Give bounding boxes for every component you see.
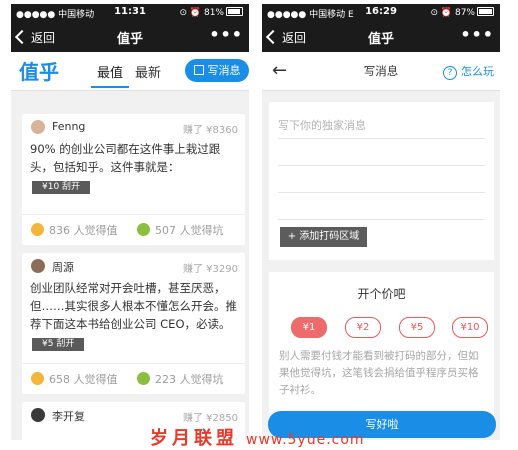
- price-option-5[interactable]: ¥5: [399, 317, 435, 338]
- post-content: 90% 的创业公司都在这件事上栽过跟头，包括知乎。这件事就是：: [30, 142, 221, 174]
- happy-face-icon: [31, 372, 44, 385]
- right-phone-screen: ●●●●● 中国移动 E 16:29 ⊙ ⏰ 87% 返回 值乎 ••• ← 写…: [262, 4, 500, 440]
- post-content: 创业团队经常对开会吐槽，甚至厌恶，但……其实很多人根本不懂怎么开会。推荐下面这本…: [30, 281, 237, 331]
- site-watermark: 岁月联盟 www.5yue.com: [150, 424, 365, 450]
- status-bar: ●●●●● 中国移动 11:31 ⊙ ⏰ 81%: [11, 4, 249, 21]
- happy-face-icon: [31, 223, 44, 236]
- status-bar: ●●●●● 中国移动 E 16:29 ⊙ ⏰ 87%: [262, 4, 500, 21]
- price-option-1[interactable]: ¥1: [291, 317, 327, 338]
- crying-face-icon: [137, 223, 150, 236]
- tabs-bar: 值乎 最值 最新 写消息: [11, 52, 249, 91]
- more-menu-button[interactable]: •••: [460, 25, 494, 44]
- how-to-play-link[interactable]: ? 怎么玩: [443, 63, 494, 80]
- write-message-button[interactable]: 写消息: [185, 59, 249, 82]
- compose-header: ← 写消息 ? 怎么玩: [262, 52, 500, 91]
- post-text: 90% 的创业公司都在这件事上栽过跟头，包括知乎。这件事就是： ¥10 刮开: [22, 140, 245, 194]
- post-stats: 658 人觉得值 223 人觉得坑: [22, 363, 245, 394]
- avatar: [31, 408, 45, 422]
- left-phone-screen: ●●●●● 中国移动 11:31 ⊙ ⏰ 81% 返回 值乎 ••• 值乎 最值…: [11, 4, 249, 440]
- scratch-to-reveal-button[interactable]: ¥5 刮开: [32, 338, 85, 351]
- author-name[interactable]: 李开复: [52, 408, 85, 424]
- battery-icon: [226, 7, 243, 16]
- message-placeholder: 写下你的独家消息: [278, 119, 366, 132]
- scratch-to-reveal-button[interactable]: ¥10 刮开: [32, 181, 91, 194]
- post-card[interactable]: 周源 赚了 ¥3290 创业团队经常对开会吐槽，甚至厌恶，但……其实很多人根本不…: [22, 253, 245, 394]
- help-label: 怎么玩: [461, 65, 494, 78]
- worth-count: 658 人觉得值: [49, 373, 118, 386]
- status-right: ⊙ ⏰ 81%: [180, 7, 243, 18]
- avatar: [31, 120, 45, 134]
- price-title: 开个价吧: [357, 287, 406, 301]
- price-panel: 开个价吧 ¥1 ¥2 ¥5 ¥10 别人需要付钱才能看到被打码的部分，但如果他觉…: [269, 272, 494, 416]
- post-header: 周源 赚了 ¥3290: [22, 253, 245, 279]
- price-option-2[interactable]: ¥2: [345, 317, 381, 338]
- price-description: 别人需要付钱才能看到被打码的部分，但如果他觉得坑，这笔钱会捐给值乎程序员买格子衬…: [279, 350, 479, 396]
- tab-top[interactable]: 最值: [90, 62, 130, 88]
- post-card[interactable]: Fenng 赚了 ¥8360 90% 的创业公司都在这件事上栽过跟头，包括知乎。…: [22, 114, 245, 245]
- message-editor[interactable]: 写下你的独家消息 + 添加打码区域: [269, 102, 494, 260]
- avatar: [31, 259, 45, 273]
- worth-it-button[interactable]: 658 人觉得值: [31, 371, 118, 387]
- pit-count: 223 人觉得坑: [155, 373, 224, 386]
- question-icon: ?: [443, 66, 457, 80]
- nav-bar: 返回 值乎 •••: [11, 21, 249, 52]
- earned-amount: 赚了 ¥3290: [183, 264, 238, 275]
- post-header: Fenng 赚了 ¥8360: [22, 114, 245, 140]
- watermark-url: www.5yue.com: [246, 432, 365, 448]
- worth-it-button[interactable]: 836 人觉得值: [31, 222, 118, 238]
- author-name[interactable]: Fenng: [52, 120, 85, 133]
- nav-bar: 返回 值乎 •••: [262, 21, 500, 52]
- crying-face-icon: [137, 372, 150, 385]
- add-mask-area-button[interactable]: + 添加打码区域: [280, 227, 367, 247]
- battery-level: 87%: [454, 8, 475, 18]
- more-menu-button[interactable]: •••: [209, 25, 243, 44]
- battery-icon: [477, 7, 494, 16]
- post-text: 创业团队经常对开会吐槽，甚至厌恶，但……其实很多人根本不懂怎么开会。推荐下面这本…: [22, 279, 245, 351]
- editor-rule: [278, 165, 485, 166]
- post-stats: 836 人觉得值 507 人觉得坑: [22, 214, 245, 245]
- author-name[interactable]: 周源: [52, 259, 74, 275]
- pit-count: 507 人觉得坑: [155, 224, 224, 237]
- rip-off-button[interactable]: 507 人觉得坑: [137, 222, 224, 238]
- status-right: ⊙ ⏰ 87%: [431, 7, 494, 18]
- editor-rule: [278, 219, 485, 220]
- edit-icon: [193, 65, 204, 75]
- editor-rule: [278, 138, 485, 139]
- app-logo: 值乎: [19, 60, 59, 84]
- earned-amount: 赚了 ¥8360: [183, 125, 238, 136]
- write-message-label: 写消息: [207, 64, 241, 77]
- battery-level: 81%: [203, 8, 224, 18]
- earned-amount: 赚了 ¥2850: [183, 413, 238, 424]
- tab-latest[interactable]: 最新: [135, 62, 161, 81]
- editor-rule: [278, 192, 485, 193]
- rip-off-button[interactable]: 223 人觉得坑: [137, 371, 224, 387]
- worth-count: 836 人觉得值: [49, 224, 118, 237]
- price-option-10[interactable]: ¥10: [452, 317, 488, 338]
- watermark-cn: 岁月联盟: [150, 428, 238, 449]
